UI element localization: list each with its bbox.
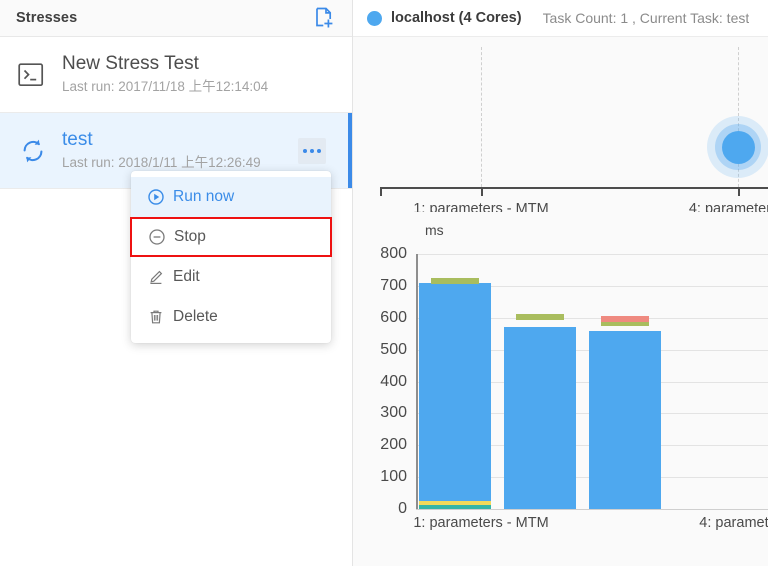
stress-item-title: test	[62, 129, 93, 150]
stresses-sidebar: Stresses New Stress Test Last run: 2017/…	[0, 0, 353, 566]
menu-item-label: Edit	[173, 268, 200, 285]
chart-bar[interactable]	[419, 283, 491, 509]
more-options-button[interactable]	[298, 137, 326, 164]
timeline-tick-4	[738, 187, 740, 196]
stress-item-title: New Stress Test	[62, 53, 199, 74]
trash-icon	[147, 309, 164, 326]
timeline-chart: 1: parameters - MTM {"a":1,"b":3} 4: par…	[353, 37, 768, 212]
chart-unit-label: ms	[425, 222, 444, 238]
chart-y-tick-label: 200	[380, 436, 407, 454]
context-menu: Run now Stop Edit Delete	[130, 171, 332, 343]
timeline-dash-1	[481, 47, 482, 187]
menu-item-run-now[interactable]: Run now	[131, 177, 331, 217]
new-stress-test-button[interactable]	[312, 5, 338, 31]
pulse-core-icon	[721, 130, 755, 164]
chart-y-tick-label: 500	[380, 340, 407, 358]
chart-x-label-1-title: 1: parameters - MTM	[413, 515, 549, 531]
more-options-icon	[310, 148, 314, 153]
file-plus-icon	[316, 7, 333, 28]
app-root: Stresses New Stress Test Last run: 2017/…	[0, 0, 768, 566]
chart-bar-cap-red	[601, 315, 649, 322]
pencil-icon	[147, 269, 164, 286]
chart-y-tick-label: 700	[380, 276, 407, 294]
terminal-icon	[18, 62, 44, 86]
chart-bar-strip-teal	[419, 505, 491, 509]
chart-bar-cap-green	[516, 314, 564, 321]
timeline-tick-1	[481, 187, 483, 196]
stress-item-body: New Stress Test Last run: 2017/11/18 上午1…	[62, 51, 338, 98]
page-title: Stresses	[16, 10, 78, 26]
stress-item-icon	[14, 62, 62, 87]
menu-item-label: Delete	[173, 308, 218, 325]
timeline-axis	[380, 187, 768, 189]
chart-y-tick-label: 400	[380, 372, 407, 390]
timeline-label-4-title: 4: parameters -	[688, 201, 768, 212]
list-item[interactable]: New Stress Test Last run: 2017/11/18 上午1…	[0, 37, 352, 113]
timeline-label-1: 1: parameters - MTM {"a":1,"b":3}	[413, 200, 548, 212]
timeline-tick-start	[380, 187, 382, 196]
stress-item-icon	[14, 137, 62, 165]
menu-item-label: Run now	[173, 188, 235, 205]
sync-icon	[23, 139, 43, 162]
timeline-label-1-title: 1: parameters - MTM	[413, 201, 549, 212]
latency-bar-chart: ms 0 100 200 300 400 500 600 700 800 1: paramete…	[353, 214, 768, 544]
menu-item-edit[interactable]: Edit	[131, 257, 331, 297]
chart-y-tick-label: 300	[380, 404, 407, 422]
host-label: localhost (4 Cores)	[391, 10, 522, 26]
pulse-ring-icon	[715, 124, 761, 170]
chart-y-tick-label: 800	[380, 245, 407, 262]
chart-y-tick-label: 0	[398, 500, 407, 517]
chart-y-tick-label: 100	[380, 468, 407, 486]
stress-item-body: test Last run: 2018/1/11 上午12:26:49	[62, 127, 298, 174]
chart-x-label-4-title: 4: paramete	[699, 515, 768, 531]
sidebar-header: Stresses	[0, 0, 352, 37]
main-header: localhost (4 Cores) Task Count: 1 , Curr…	[353, 0, 768, 37]
panel-body: 1: parameters - MTM {"a":1,"b":3} 4: par…	[353, 37, 768, 566]
task-info-label: Task Count: 1 , Current Task: test	[542, 10, 750, 26]
chart-bar[interactable]	[504, 326, 576, 509]
chart-bar[interactable]	[589, 330, 661, 509]
more-options-icon	[303, 148, 307, 153]
stress-item-lastrun: Last run: 2017/11/18 上午12:14:04	[62, 79, 269, 94]
menu-item-stop[interactable]: Stop	[130, 217, 332, 257]
main-panel: localhost (4 Cores) Task Count: 1 , Curr…	[353, 0, 768, 566]
status-dot-icon	[367, 10, 382, 26]
chart-y-tick-label: 600	[380, 308, 407, 326]
menu-item-delete[interactable]: Delete	[131, 297, 331, 337]
more-options-icon	[317, 148, 321, 153]
timeline-label-4: 4: parameters - {"a":2,"b":4	[689, 200, 768, 212]
chart-gridline	[418, 254, 768, 255]
current-task-marker	[707, 116, 768, 178]
play-circle-icon	[147, 189, 164, 206]
menu-item-label: Stop	[174, 228, 206, 245]
chart-x-axis-line	[416, 509, 768, 510]
chart-x-label-1: 1: parameters - MTM	[413, 514, 548, 533]
chart-x-label-4: 4: paramete	[699, 514, 768, 533]
chart-y-axis-line	[416, 254, 418, 509]
minus-circle-icon	[148, 229, 165, 246]
chart-bar-cap-green	[431, 278, 479, 285]
